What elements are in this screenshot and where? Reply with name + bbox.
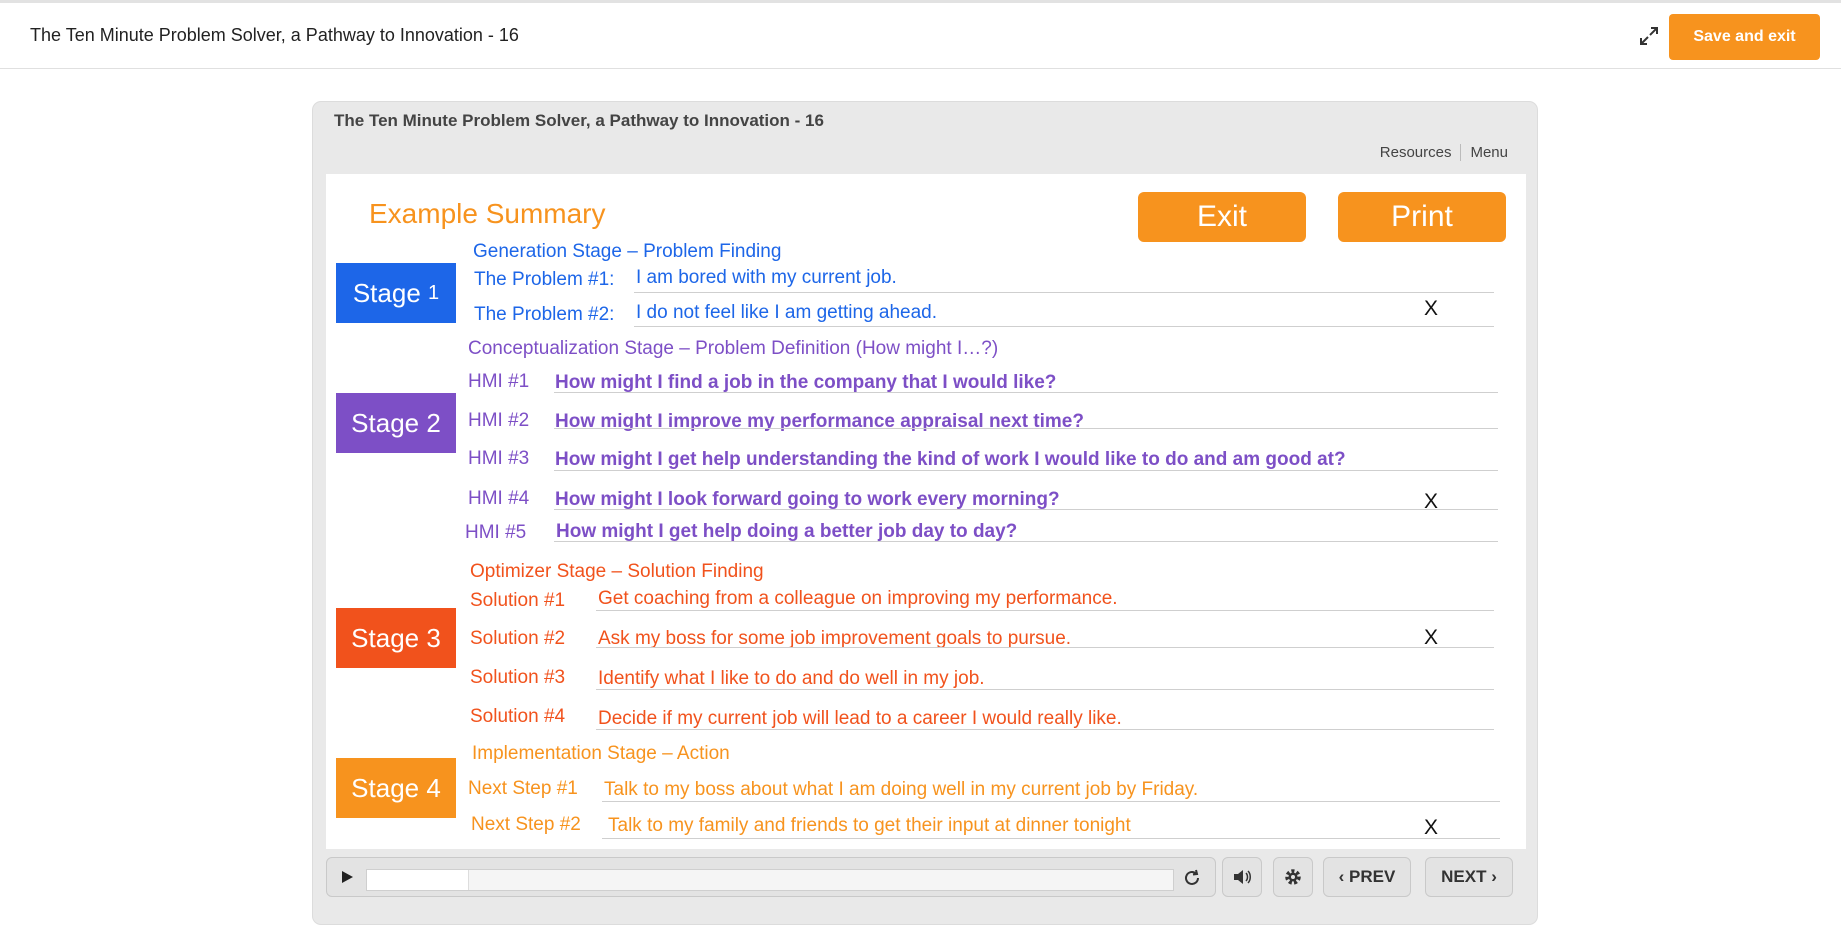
solution-4-value: Decide if my current job will lead to a …	[598, 708, 1122, 729]
player-title: The Ten Minute Problem Solver, a Pathway…	[334, 111, 824, 130]
solution-2-label: Solution #2	[470, 628, 566, 649]
problem-1-value: I am bored with my current job.	[636, 267, 897, 288]
solution-1-value: Get coaching from a colleague on improvi…	[598, 588, 1118, 609]
volume-button[interactable]	[1222, 857, 1262, 897]
gear-icon	[1285, 869, 1301, 885]
speaker-icon	[1234, 870, 1251, 884]
hmi-1-value: How might I find a job in the company th…	[555, 372, 1057, 393]
hmi-2-label: HMI #2	[468, 410, 530, 431]
problem-2-underline	[634, 326, 1494, 327]
settings-button[interactable]	[1273, 857, 1313, 897]
seek-bar-fill	[367, 870, 469, 890]
solution-2-x-mark: X	[1424, 626, 1439, 649]
problem-2-x-mark: X	[1424, 297, 1439, 320]
next-button[interactable]: NEXT ›	[1425, 857, 1513, 897]
seek-bar[interactable]	[366, 869, 1174, 891]
play-icon[interactable]	[339, 869, 355, 885]
next-step-2-value: Talk to my family and friends to get the…	[608, 815, 1131, 836]
print-button[interactable]: Print	[1338, 192, 1506, 242]
hmi-4-value: How might I look forward going to work e…	[555, 489, 1060, 510]
menu-link[interactable]: Menu	[1461, 144, 1517, 161]
solution-4-label: Solution #4	[470, 706, 566, 727]
stage-4-badge: Stage 4	[336, 758, 456, 818]
problem-1-label: The Problem #1:	[474, 269, 615, 290]
exit-button[interactable]: Exit	[1138, 192, 1306, 242]
solution-4-underline	[596, 729, 1494, 730]
resources-link[interactable]: Resources	[1371, 144, 1461, 161]
hmi-4-label: HMI #4	[468, 488, 530, 509]
problem-1-underline	[634, 292, 1494, 293]
solution-2-underline	[596, 647, 1494, 648]
next-step-1-value: Talk to my boss about what I am doing we…	[604, 779, 1199, 800]
hmi-5-value: How might I get help doing a better job …	[556, 521, 1018, 542]
course-title: The Ten Minute Problem Solver, a Pathway…	[30, 25, 519, 45]
slide-content: Example Summary Exit Print Stage 1 Gener…	[326, 174, 1526, 849]
hmi-5-underline	[554, 541, 1498, 542]
chevron-left-icon: ‹	[1338, 867, 1350, 886]
stage-2-title: Conceptualization Stage – Problem Defini…	[468, 338, 999, 359]
hmi-2-underline	[554, 428, 1498, 429]
prev-button[interactable]: ‹ PREV	[1323, 857, 1411, 897]
next-step-1-underline	[602, 801, 1500, 802]
hmi-4-underline	[554, 509, 1498, 510]
save-and-exit-button[interactable]: Save and exit	[1669, 14, 1820, 60]
hmi-1-label: HMI #1	[468, 371, 530, 392]
hmi-1-underline	[554, 392, 1498, 393]
chevron-right-icon: ›	[1486, 867, 1497, 886]
stage-3-badge: Stage 3	[336, 608, 456, 668]
stage-2-badge: Stage 2	[336, 393, 456, 453]
stage-3-title: Optimizer Stage – Solution Finding	[470, 561, 764, 582]
slide-player: The Ten Minute Problem Solver, a Pathway…	[313, 102, 1537, 924]
slide-heading: Example Summary	[369, 198, 606, 229]
hmi-5-label: HMI #5	[465, 522, 527, 543]
solution-3-value: Identify what I like to do and do well i…	[598, 668, 985, 689]
solution-3-underline	[596, 689, 1494, 690]
solution-1-underline	[596, 610, 1494, 611]
solution-3-label: Solution #3	[470, 667, 566, 688]
stage-4-title: Implementation Stage – Action	[472, 743, 730, 764]
solution-1-label: Solution #1	[470, 590, 566, 611]
hmi-2-value: How might I improve my performance appra…	[555, 411, 1084, 432]
expand-icon[interactable]	[1638, 25, 1660, 47]
next-step-1-label: Next Step #1	[468, 778, 578, 799]
next-label: NEXT	[1441, 867, 1487, 886]
player-links: Resources Menu	[1371, 144, 1517, 161]
hmi-4-x-mark: X	[1424, 490, 1439, 513]
stage-1-title: Generation Stage – Problem Finding	[473, 241, 782, 262]
next-step-2-underline	[602, 838, 1500, 839]
playback-bar	[326, 857, 1216, 897]
problem-2-label: The Problem #2:	[474, 304, 615, 325]
prev-label: PREV	[1349, 867, 1396, 886]
stage-1-number: 1	[428, 281, 440, 304]
stage-1-label: Stage	[352, 277, 421, 308]
next-step-2-x-mark: X	[1424, 816, 1439, 839]
next-step-2-label: Next Step #2	[471, 814, 581, 835]
top-bar: The Ten Minute Problem Solver, a Pathway…	[0, 0, 1841, 69]
problem-2-value: I do not feel like I am getting ahead.	[636, 302, 938, 323]
hmi-3-underline	[554, 470, 1498, 471]
hmi-3-value: How might I get help understanding the k…	[555, 449, 1346, 470]
replay-icon[interactable]	[1182, 868, 1202, 888]
stage-1-badge: Stage 1	[336, 263, 456, 323]
hmi-3-label: HMI #3	[468, 448, 530, 469]
